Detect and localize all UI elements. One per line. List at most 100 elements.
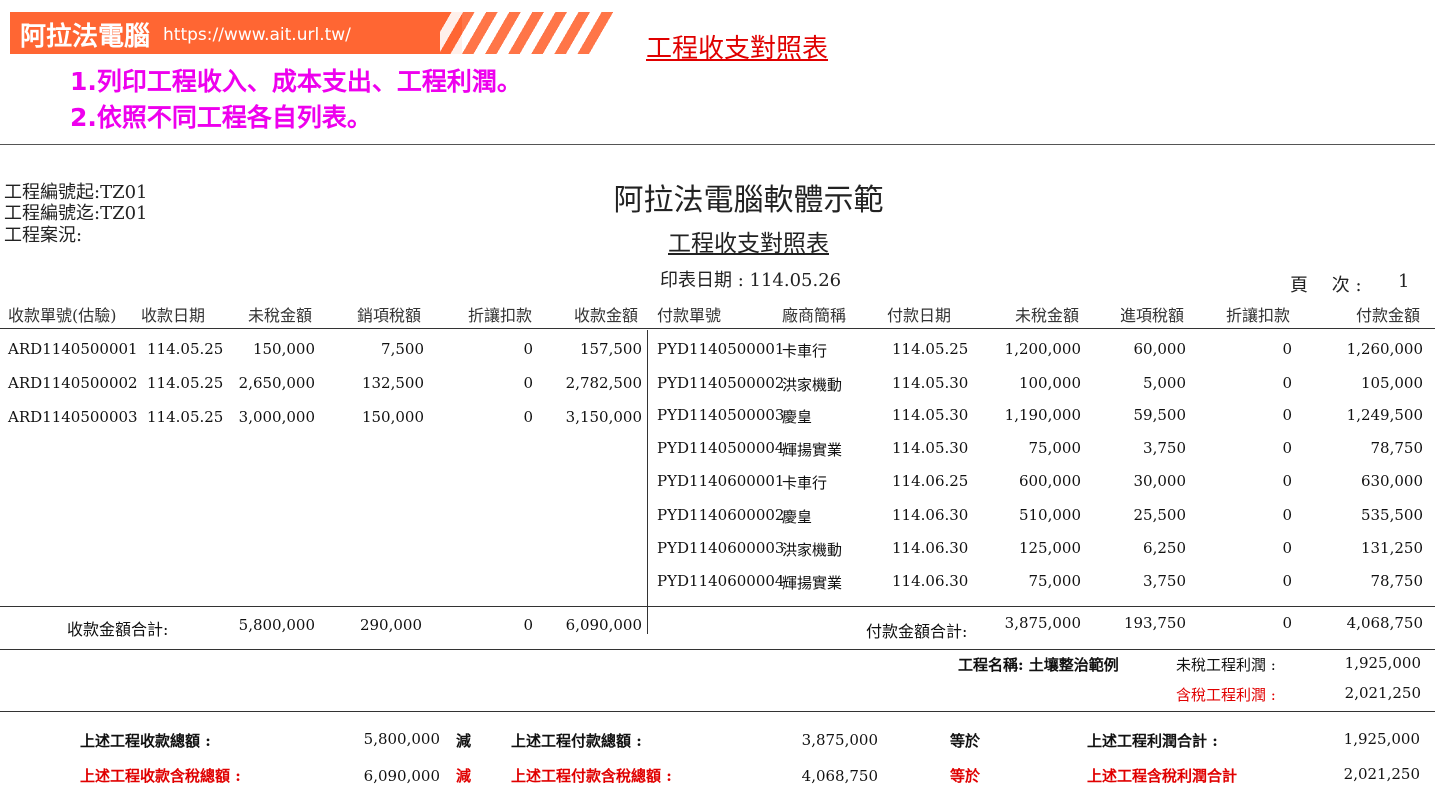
payment-net: 75,000 xyxy=(1028,572,1082,590)
col-vendor: 廠商簡稱 xyxy=(782,306,847,325)
receipt-date: 114.05.25 xyxy=(147,340,224,358)
company-name: 阿拉法電腦軟體示範 xyxy=(613,183,884,218)
vendor: 洪家機動 xyxy=(782,541,843,559)
equals-label: 等於 xyxy=(950,767,981,785)
receipt-amount: 2,782,500 xyxy=(565,374,642,392)
payment-amount: 78,750 xyxy=(1370,572,1424,590)
payment-net: 75,000 xyxy=(1028,439,1082,457)
top-title: 工程收支對照表 xyxy=(646,34,829,64)
receipt-tax: 132,500 xyxy=(361,374,424,392)
receipt-total-amount: 6,090,000 xyxy=(565,616,642,634)
vendor: 卡車行 xyxy=(782,342,828,360)
vendor: 輝揚實業 xyxy=(782,574,843,592)
brand-name: 阿拉法電腦 xyxy=(20,22,151,52)
receipt-total-label: 收款金額合計: xyxy=(67,620,169,639)
col-receipt-amount: 收款金額 xyxy=(574,306,639,325)
payment-total-discount: 0 xyxy=(1282,614,1292,632)
payment-discount: 0 xyxy=(1282,374,1292,392)
vendor: 卡車行 xyxy=(782,474,828,492)
payment-amount: 1,260,000 xyxy=(1346,340,1423,358)
equals-label: 等於 xyxy=(950,732,981,750)
note-text: 依照不同工程各自列表。 xyxy=(96,103,372,132)
print-date: 印表日期 : 114.05.26 xyxy=(660,270,842,291)
payment-discount: 0 xyxy=(1282,539,1292,557)
profit-taxed-total-label: 上述工程含稅利潤合計 xyxy=(1087,767,1238,785)
payment-date: 114.06.25 xyxy=(892,472,969,490)
brand-url[interactable]: https://www.ait.url.tw/ xyxy=(163,25,351,45)
note-number: 1. xyxy=(70,67,97,96)
payment-date: 114.05.30 xyxy=(892,406,969,424)
col-receipt-net: 未稅金額 xyxy=(248,306,313,325)
col-receipt-no: 收款單號(估驗) xyxy=(8,306,117,325)
minus-label: 減 xyxy=(456,732,472,750)
receipt-amount: 3,150,000 xyxy=(565,408,642,426)
payment-discount: 0 xyxy=(1282,406,1292,424)
payment-no: PYD1140600004 xyxy=(657,572,785,590)
income-taxed-total-label: 上述工程收款含稅總額 : xyxy=(80,767,241,785)
payment-date: 114.06.30 xyxy=(892,506,969,524)
taxed-profit-value: 2,021,250 xyxy=(1344,684,1421,702)
payment-amount: 535,500 xyxy=(1360,506,1423,524)
profit-total-label: 上述工程利潤合計 : xyxy=(1087,732,1218,750)
column-divider xyxy=(647,330,648,634)
payment-date: 114.05.30 xyxy=(892,439,969,457)
vendor: 慶皇 xyxy=(782,408,813,426)
receipt-amount: 157,500 xyxy=(579,340,642,358)
col-receipt-discount: 折讓扣款 xyxy=(468,306,533,325)
note-2: 2.依照不同工程各自列表。 xyxy=(70,98,372,134)
payment-tax: 30,000 xyxy=(1133,472,1187,490)
cost-total-label: 上述工程付款總額 : xyxy=(511,732,642,750)
receipt-date: 114.05.25 xyxy=(147,408,224,426)
payment-date: 114.05.30 xyxy=(892,374,969,392)
col-payment-date: 付款日期 xyxy=(887,306,952,325)
payment-tax: 59,500 xyxy=(1133,406,1187,424)
payment-no: PYD1140500002 xyxy=(657,374,785,392)
taxed-profit-label: 含稅工程利潤 : xyxy=(1176,686,1276,704)
payment-tax: 60,000 xyxy=(1133,340,1187,358)
payment-no: PYD1140500003 xyxy=(657,406,785,424)
payment-amount: 1,249,500 xyxy=(1346,406,1423,424)
totals-rule xyxy=(0,606,1435,607)
payment-net: 100,000 xyxy=(1018,374,1081,392)
payment-discount: 0 xyxy=(1282,439,1292,457)
payment-no: PYD1140500004 xyxy=(657,439,785,457)
payment-date: 114.06.30 xyxy=(892,539,969,557)
note-text: 列印工程收入、成本支出、工程利潤。 xyxy=(96,67,522,96)
payment-no: PYD1140600001 xyxy=(657,472,785,490)
receipt-date: 114.05.25 xyxy=(147,374,224,392)
payment-amount: 105,000 xyxy=(1360,374,1423,392)
receipt-tax: 150,000 xyxy=(361,408,424,426)
receipt-no: ARD1140500002 xyxy=(8,374,138,392)
profit-total: 1,925,000 xyxy=(1343,730,1420,748)
payment-net: 125,000 xyxy=(1018,539,1081,557)
vendor: 慶皇 xyxy=(782,508,813,526)
receipt-tax: 7,500 xyxy=(381,340,424,358)
cost-taxed-total: 4,068,750 xyxy=(801,767,878,785)
col-receipt-tax: 銷項稅額 xyxy=(357,306,422,325)
receipt-no: ARD1140500001 xyxy=(8,340,138,358)
col-receipt-date: 收款日期 xyxy=(141,306,206,325)
page-number: 1 xyxy=(1398,271,1410,292)
vendor: 輝揚實業 xyxy=(782,441,843,459)
payment-date: 114.05.25 xyxy=(892,340,969,358)
payment-net: 1,190,000 xyxy=(1004,406,1081,424)
payment-amount: 630,000 xyxy=(1360,472,1423,490)
income-total: 5,800,000 xyxy=(363,730,440,748)
report-title: 工程收支對照表 xyxy=(668,231,829,257)
payment-total-amount: 4,068,750 xyxy=(1346,614,1423,632)
payment-discount: 0 xyxy=(1282,572,1292,590)
payment-discount: 0 xyxy=(1282,506,1292,524)
payment-tax: 25,500 xyxy=(1133,506,1187,524)
income-total-label: 上述工程收款總額 : xyxy=(80,732,211,750)
payment-amount: 78,750 xyxy=(1370,439,1424,457)
payment-total-tax: 193,750 xyxy=(1123,614,1186,632)
col-payment-net: 未稅金額 xyxy=(1015,306,1080,325)
payment-net: 1,200,000 xyxy=(1004,340,1081,358)
payment-tax: 3,750 xyxy=(1143,572,1186,590)
profit-taxed-total: 2,021,250 xyxy=(1343,765,1420,783)
payment-tax: 5,000 xyxy=(1143,374,1186,392)
payment-net: 510,000 xyxy=(1018,506,1081,524)
payment-discount: 0 xyxy=(1282,340,1292,358)
payment-no: PYD1140600002 xyxy=(657,506,785,524)
profit-rule xyxy=(0,649,1435,650)
